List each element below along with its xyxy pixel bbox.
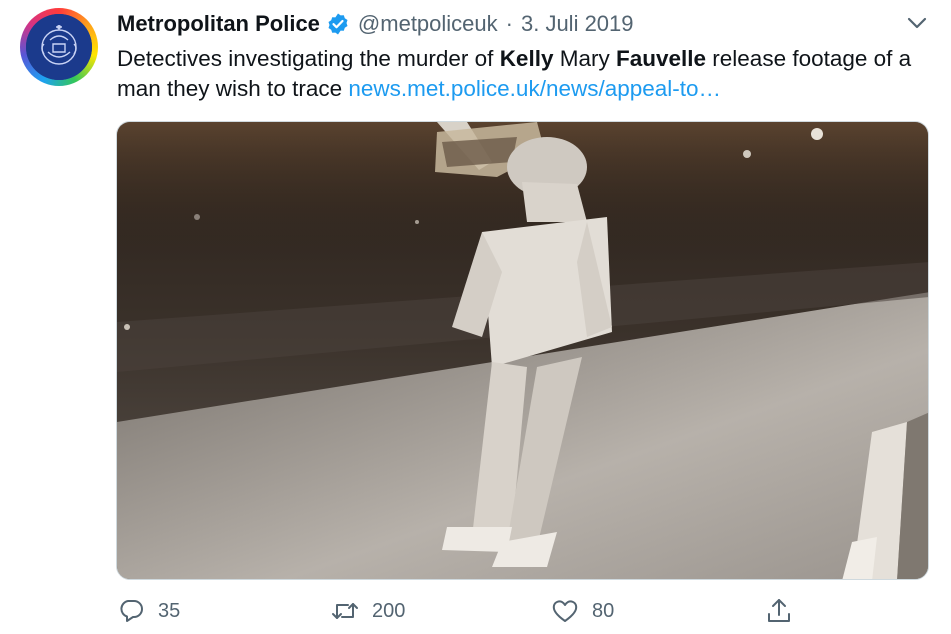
like-button[interactable]: 80 [550, 594, 614, 628]
tweet-header: Metropolitan Police @metpoliceuk · 3. Ju… [117, 8, 634, 40]
avatar[interactable] [20, 8, 98, 86]
separator-dot: · [505, 11, 513, 36]
reply-icon [120, 600, 143, 622]
display-name[interactable]: Metropolitan Police [117, 11, 320, 37]
retweet-count: 200 [372, 599, 406, 622]
tweet-text-bold: Fauvelle [615, 46, 707, 71]
tweet-date[interactable]: 3. Juli 2019 [521, 11, 634, 37]
share-button[interactable] [764, 594, 794, 628]
retweet-icon [332, 603, 358, 619]
chevron-down-icon[interactable] [904, 12, 930, 34]
reply-button[interactable]: 35 [116, 594, 180, 628]
reply-count: 35 [158, 599, 181, 622]
handle[interactable]: @metpoliceuk [358, 11, 498, 37]
share-icon [768, 599, 790, 622]
cctv-image [117, 122, 928, 579]
tweet-text-part: Mary [553, 46, 616, 71]
tweet-link[interactable]: news.met.police.uk/news/appeal-to… [348, 76, 721, 101]
tweet-text-bold: Kelly [499, 46, 554, 71]
tweet-media-image[interactable] [116, 121, 929, 580]
verified-badge-icon [326, 12, 350, 36]
heart-icon [552, 600, 578, 622]
tweet-text: Detectives investigating the murder of K… [117, 44, 937, 104]
tweet-text-part: Detectives investigating the murder of [117, 46, 500, 71]
like-count: 80 [592, 599, 615, 622]
tweet-actions: 35 200 80 [116, 594, 936, 630]
met-police-crest-icon [26, 14, 92, 80]
retweet-button[interactable]: 200 [330, 594, 405, 628]
